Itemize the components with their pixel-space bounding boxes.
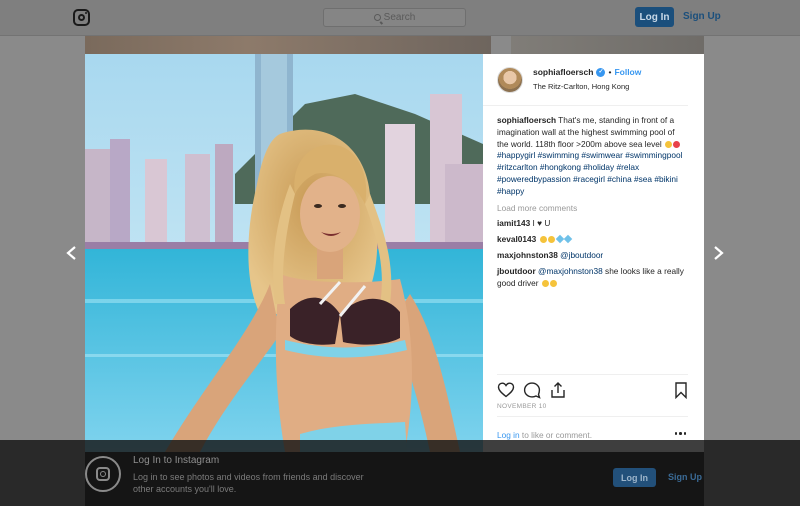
- divider: [497, 416, 688, 417]
- previous-post-arrow-icon[interactable]: [65, 246, 79, 260]
- follow-button[interactable]: Follow: [614, 66, 641, 78]
- laugh-emoji-icon: [549, 279, 557, 287]
- kiss-emoji-icon: [547, 236, 555, 244]
- more-options-icon[interactable]: [674, 432, 686, 435]
- separator-dot: •: [608, 67, 612, 77]
- comment-username[interactable]: keval0143: [497, 234, 536, 244]
- comment-username[interactable]: maxjohnston38: [497, 250, 558, 260]
- comment-username[interactable]: jboutdoor: [497, 266, 536, 276]
- username-row: sophiafloersch ✓ • Follow: [533, 66, 641, 78]
- instagram-logo-icon: [85, 456, 121, 492]
- search-icon: [373, 14, 381, 21]
- wink-emoji-icon: [539, 236, 547, 244]
- post-photo[interactable]: [85, 54, 483, 452]
- hashtag-link[interactable]: #racegirl: [573, 174, 605, 184]
- comment: maxjohnston38 @jboutdoor: [497, 250, 688, 262]
- hashtag-link[interactable]: #ritzcarlton: [497, 162, 538, 172]
- comment: jboutdoor @maxjohnston38 she looks like …: [497, 266, 688, 290]
- hashtag-link[interactable]: #hongkong: [540, 162, 581, 172]
- comments-section: sophiafloersch That's me, standing in fr…: [483, 106, 704, 452]
- login-button[interactable]: Log In: [635, 7, 674, 27]
- login-link[interactable]: Log in: [497, 430, 520, 440]
- banner-signup-link[interactable]: Sign Up: [668, 472, 702, 482]
- post-modal: sophiafloersch ✓ • Follow The Ritz-Carlt…: [85, 54, 704, 452]
- search-input[interactable]: Search: [323, 8, 466, 27]
- smile-emoji-icon: [665, 140, 673, 148]
- flower-emoji-icon: [673, 140, 681, 148]
- load-more-comments-link[interactable]: Load more comments: [497, 203, 688, 215]
- hashtag-link[interactable]: #holiday: [583, 162, 614, 172]
- comment: iamit143 I ♥ U: [497, 218, 688, 230]
- username-link[interactable]: sophiafloersch: [533, 66, 593, 78]
- banner-title: Log In to Instagram: [133, 455, 220, 466]
- hashtag-link[interactable]: #swimming: [538, 150, 580, 160]
- caption-username[interactable]: sophiafloersch: [497, 115, 556, 125]
- post-date: NOVEMBER 10: [497, 403, 547, 410]
- avatar[interactable]: [497, 67, 523, 93]
- instagram-logo-icon[interactable]: [73, 9, 90, 26]
- top-navigation-bar: Search Log In Sign Up: [0, 0, 800, 36]
- comment: keval0143: [497, 234, 688, 246]
- save-bookmark-icon[interactable]: [672, 381, 690, 399]
- hashtag-link[interactable]: #china: [607, 174, 631, 184]
- comment-mention[interactable]: @jboutdoor: [560, 250, 603, 260]
- blue-heart-icon: [563, 234, 572, 244]
- search-placeholder: Search: [383, 12, 416, 23]
- caption: sophiafloersch That's me, standing in fr…: [497, 115, 688, 198]
- background-post-thumbnail: [85, 36, 491, 54]
- action-row: [497, 381, 688, 399]
- share-icon[interactable]: [549, 381, 567, 399]
- hashtag-link[interactable]: #swimmingpool: [625, 150, 682, 160]
- grin-emoji-icon: [541, 279, 549, 287]
- comment-bubble-icon[interactable]: [523, 381, 541, 399]
- comment-text: I ♥ U: [532, 218, 551, 229]
- signup-link[interactable]: Sign Up: [683, 11, 721, 22]
- next-post-arrow-icon[interactable]: [711, 246, 725, 260]
- location-link[interactable]: The Ritz-Carlton, Hong Kong: [533, 81, 641, 93]
- verified-badge-icon: ✓: [596, 67, 606, 77]
- hashtag-link[interactable]: #happy: [497, 186, 524, 196]
- post-header: sophiafloersch ✓ • Follow The Ritz-Carlt…: [483, 54, 688, 106]
- post-photo-image: [85, 54, 483, 452]
- action-bar: [497, 374, 688, 399]
- background-post-thumbnail: [511, 36, 704, 54]
- hashtag-link[interactable]: #swimwear: [581, 150, 623, 160]
- like-heart-icon[interactable]: [497, 381, 515, 399]
- blue-heart-icon: [555, 234, 564, 244]
- login-prompt-text: to like or comment.: [519, 430, 593, 440]
- login-prompt: Log in to like or comment.: [497, 430, 592, 440]
- comment-username[interactable]: iamit143: [497, 218, 530, 228]
- hashtag-link[interactable]: #bikini: [654, 174, 678, 184]
- hashtag-link[interactable]: #sea: [634, 174, 652, 184]
- hashtag-link[interactable]: #poweredbypassion: [497, 174, 571, 184]
- banner-text: Log in to see photos and videos from fri…: [133, 472, 364, 494]
- comment-mention[interactable]: @maxjohnston38: [538, 266, 603, 276]
- post-details-panel: sophiafloersch ✓ • Follow The Ritz-Carlt…: [483, 54, 704, 452]
- post-header-text: sophiafloersch ✓ • Follow The Ritz-Carlt…: [533, 66, 641, 93]
- hashtag-link[interactable]: #happygirl: [497, 150, 535, 160]
- banner-login-button[interactable]: Log In: [613, 468, 656, 487]
- hashtag-link[interactable]: #relax: [617, 162, 640, 172]
